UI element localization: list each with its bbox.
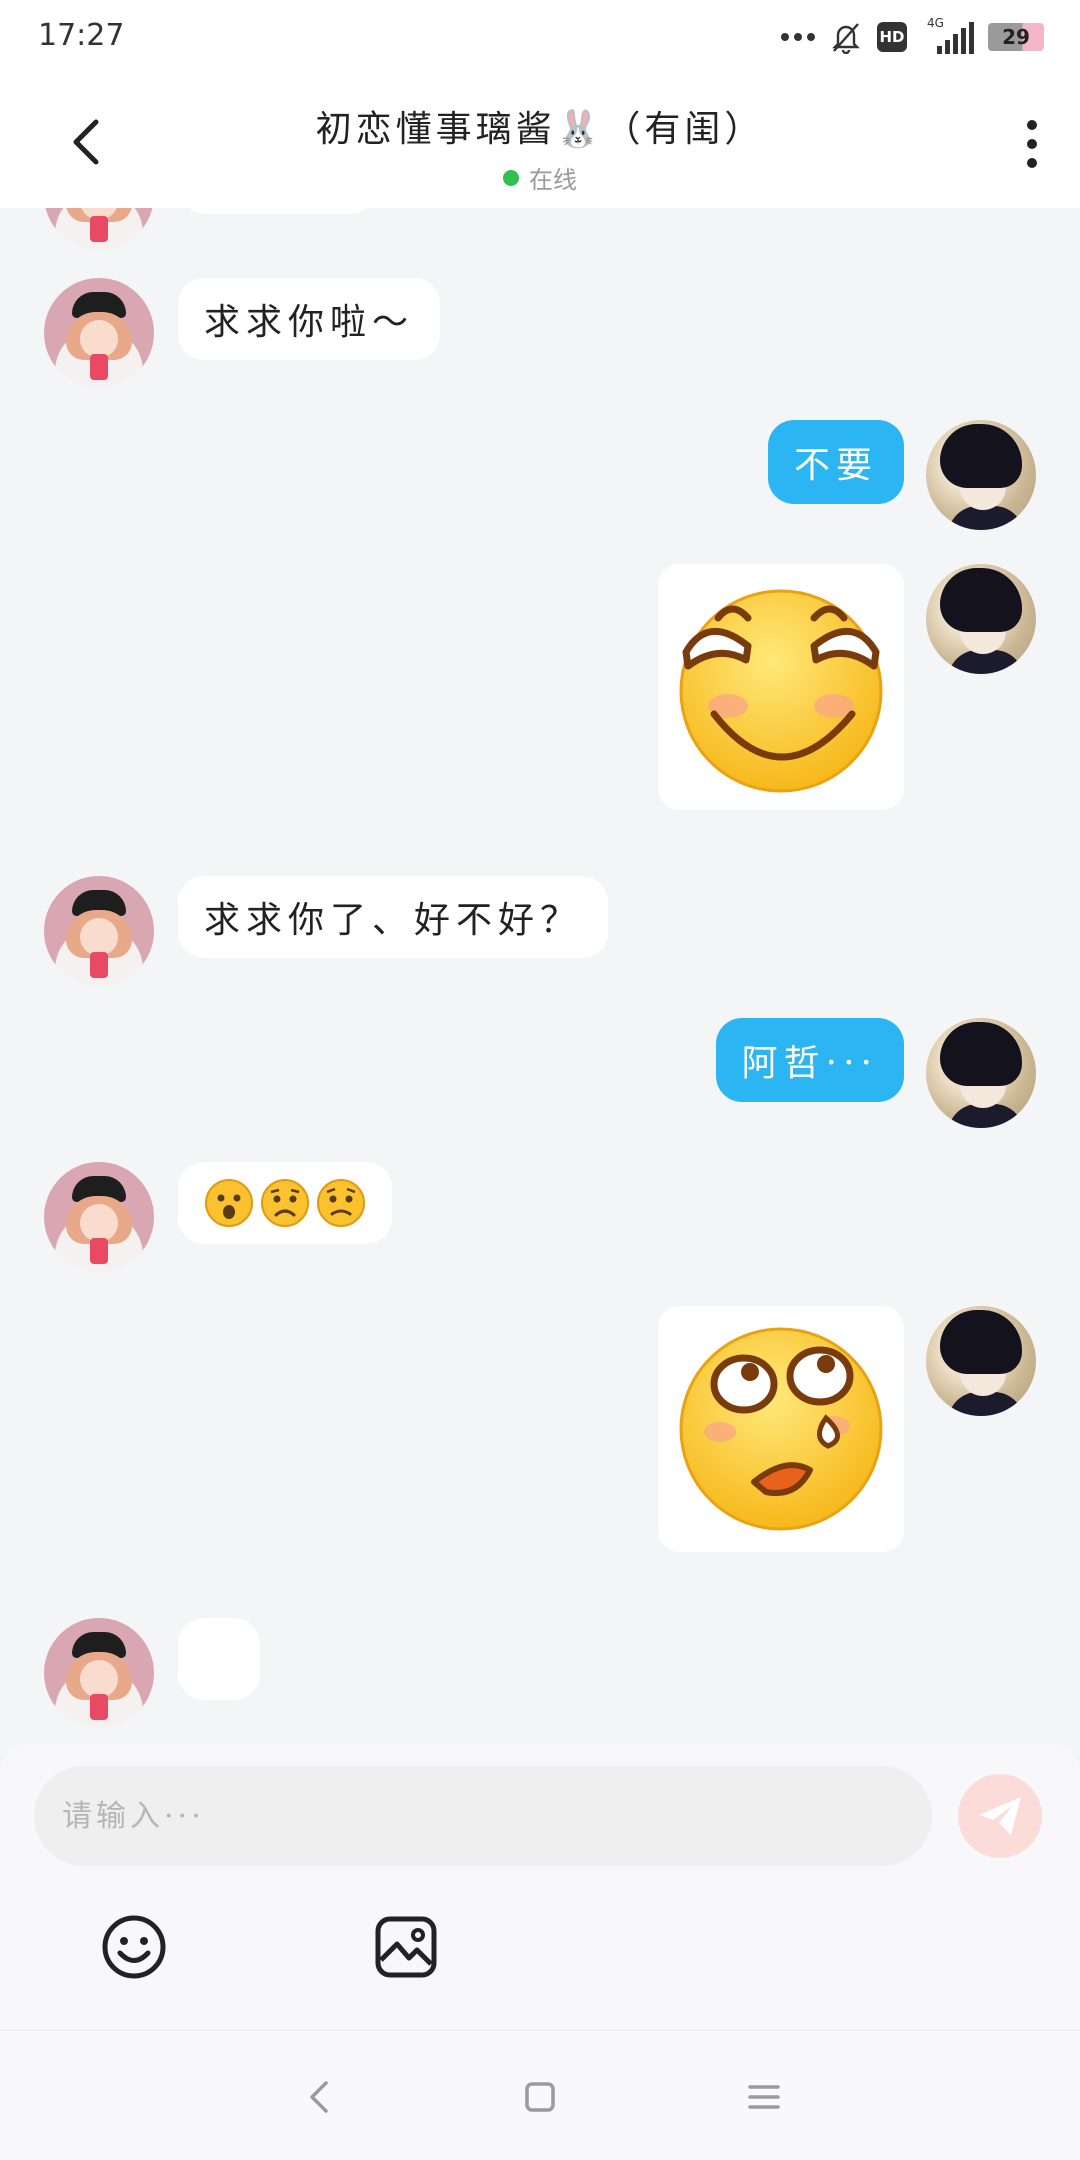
my-avatar[interactable] [926, 1018, 1036, 1128]
my-avatar[interactable] [926, 564, 1036, 674]
message-list[interactable]: 求求你啦～ 不要 求求你了、好不好？ 阿哲··· [0, 208, 1080, 1744]
nav-menu-button[interactable] [744, 2077, 784, 2117]
chat-title-area: 初恋懂事璃酱🐰（有闺） 在线 [200, 100, 880, 195]
back-button[interactable] [60, 114, 116, 170]
signal-icon: 4G [921, 16, 974, 54]
contact-avatar[interactable] [44, 1618, 154, 1728]
nav-menu-icon [748, 2085, 780, 2109]
message-input-box[interactable] [34, 1766, 932, 1866]
online-dot-icon [503, 169, 519, 186]
image-icon [375, 1916, 437, 1978]
smiley-icon [102, 1915, 166, 1979]
hd-badge: HD [877, 22, 907, 52]
nav-home-button[interactable] [520, 2077, 560, 2117]
outgoing-sticker-message[interactable] [658, 1306, 904, 1552]
online-status-text: 在线 [529, 166, 577, 194]
contact-avatar[interactable] [44, 208, 154, 250]
more-vertical-icon [1027, 120, 1037, 130]
nav-back-button[interactable] [300, 2077, 340, 2117]
awkward-sweat-face-sticker [679, 1327, 883, 1531]
message-bubble-partial [180, 208, 376, 214]
contact-avatar[interactable] [44, 876, 154, 986]
outgoing-sticker-message[interactable] [658, 564, 904, 810]
contact-avatar[interactable] [44, 1162, 154, 1272]
my-avatar[interactable] [926, 1306, 1036, 1416]
notification-dots-icon [781, 33, 815, 41]
my-avatar[interactable] [926, 420, 1036, 530]
image-button[interactable] [373, 1914, 439, 1980]
contact-status: 在线 [200, 160, 880, 195]
battery-indicator: 29 [988, 23, 1044, 51]
nav-back-icon [310, 2081, 328, 2113]
incoming-message[interactable]: 求求你啦～ [178, 278, 441, 360]
chevron-left-icon [73, 119, 99, 165]
emoji-button[interactable] [101, 1914, 167, 1980]
outgoing-message[interactable]: 阿哲··· [715, 1018, 904, 1102]
smirk-face-sticker [679, 589, 883, 793]
contact-avatar[interactable] [44, 278, 154, 388]
more-options-button[interactable] [1012, 114, 1052, 174]
message-input[interactable] [62, 1798, 932, 1834]
surprised-face-icon [205, 1179, 253, 1227]
input-panel [0, 1744, 1080, 2030]
status-bar: 17:27 HD 4G 29 [0, 0, 1080, 72]
incoming-emoji-message[interactable] [178, 1162, 392, 1244]
status-icons: HD 4G 29 [781, 16, 1044, 56]
send-icon [979, 1797, 1021, 1835]
worried-face-icon [317, 1179, 365, 1227]
contact-name: 初恋懂事璃酱🐰（有闺） [315, 109, 765, 150]
system-nav-bar [0, 2030, 1080, 2160]
muted-bell-icon [832, 23, 860, 54]
send-button[interactable] [958, 1774, 1042, 1858]
worried-face-icon [261, 1179, 309, 1227]
nav-home-icon [525, 2082, 555, 2112]
status-time: 17:27 [38, 18, 125, 53]
incoming-message[interactable] [178, 1618, 260, 1700]
network-type: 4G [927, 16, 944, 30]
outgoing-message[interactable]: 不要 [767, 420, 904, 504]
chat-header: 初恋懂事璃酱🐰（有闺） 在线 [0, 72, 1080, 208]
incoming-message[interactable]: 求求你了、好不好？ [178, 876, 609, 958]
